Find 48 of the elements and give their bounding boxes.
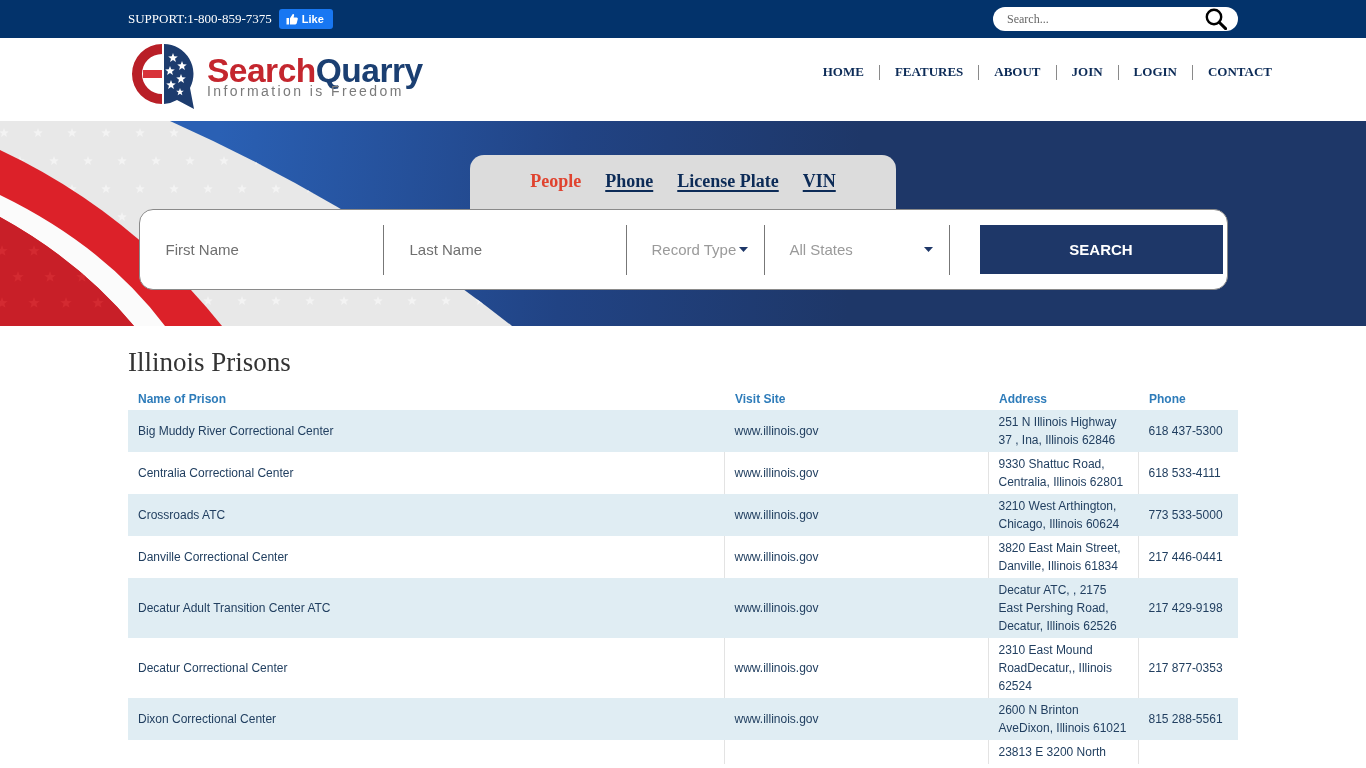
nav-link[interactable]: FEATURES [894, 64, 964, 80]
logo-emblem-icon [130, 41, 196, 111]
column-header: Address [988, 388, 1138, 410]
search-button[interactable]: SEARCH [979, 225, 1223, 274]
support-phone-text: SUPPORT:1-800-859-7375 [128, 11, 272, 27]
table-cell: Decatur ATC, , 2175 East Pershing Road, Decatur, Illinois 62526 [988, 578, 1138, 638]
table-cell: 618 437-5300 [1138, 410, 1238, 452]
input-field[interactable]: Last Name [383, 224, 627, 275]
nav-link[interactable]: CONTACT [1207, 64, 1272, 80]
website-link[interactable]: www.illinois.gov [734, 601, 819, 615]
search-field[interactable]: Search... [993, 7, 1238, 31]
input-field[interactable]: First Name [139, 224, 384, 275]
table-cell: Crossroads ATC [128, 494, 724, 536]
table-cell: 815 288-5561 [1138, 698, 1238, 740]
search-icon[interactable] [1205, 8, 1227, 30]
website-link[interactable]: www.illinois.gov [734, 550, 819, 564]
table-cell: Big Muddy River Correctional Center [128, 410, 724, 452]
table-cell: Danville Correctional Center [128, 536, 724, 578]
website-link[interactable]: www.illinois.gov [734, 661, 819, 675]
table-cell: 23813 E 3200 North [988, 740, 1138, 764]
column-header: Visit Site [724, 388, 988, 410]
column-header: Name of Prison [128, 388, 724, 410]
caret-icon [738, 247, 748, 252]
caret-icon [923, 247, 933, 252]
search-tab[interactable]: License Plate [677, 170, 779, 192]
table-cell: Centralia Correctional Center [128, 452, 724, 494]
table-cell: 217 429-9198 [1138, 578, 1238, 638]
table-cell: 3210 West Arthington, Chicago, Illinois 60624 [988, 494, 1138, 536]
nav-link[interactable]: LOGIN [1133, 64, 1177, 80]
website-link[interactable]: www.illinois.gov [734, 466, 819, 480]
table-cell: Decatur Correctional Center [128, 638, 724, 698]
search-tab[interactable]: VIN [802, 170, 836, 192]
table-cell: Dixon Correctional Center [128, 698, 724, 740]
thumbs-up-icon [285, 13, 298, 25]
search-tab[interactable]: Phone [605, 170, 654, 192]
table-cell: 251 N Illinois Highway 37 , Ina, Illinois 62846 [988, 410, 1138, 452]
nav-link[interactable]: JOIN [1071, 64, 1103, 80]
like-button[interactable]: Like [278, 9, 333, 29]
website-link[interactable]: www.illinois.gov [734, 712, 819, 726]
column-header: Phone [1138, 388, 1238, 410]
page-title: Illinois Prisons [128, 346, 292, 378]
website-link[interactable]: www.illinois.gov [734, 424, 819, 438]
nav-link[interactable]: HOME [822, 64, 864, 80]
website-link[interactable]: www.illinois.gov [734, 508, 819, 522]
nav-link[interactable]: ABOUT [994, 64, 1041, 80]
table-cell: 773 533-5000 [1138, 494, 1238, 536]
table-cell: 2600 N Brinton AveDixon, Illinois 61021 [988, 698, 1138, 740]
table-cell: Decatur Adult Transition Center ATC [128, 578, 724, 638]
